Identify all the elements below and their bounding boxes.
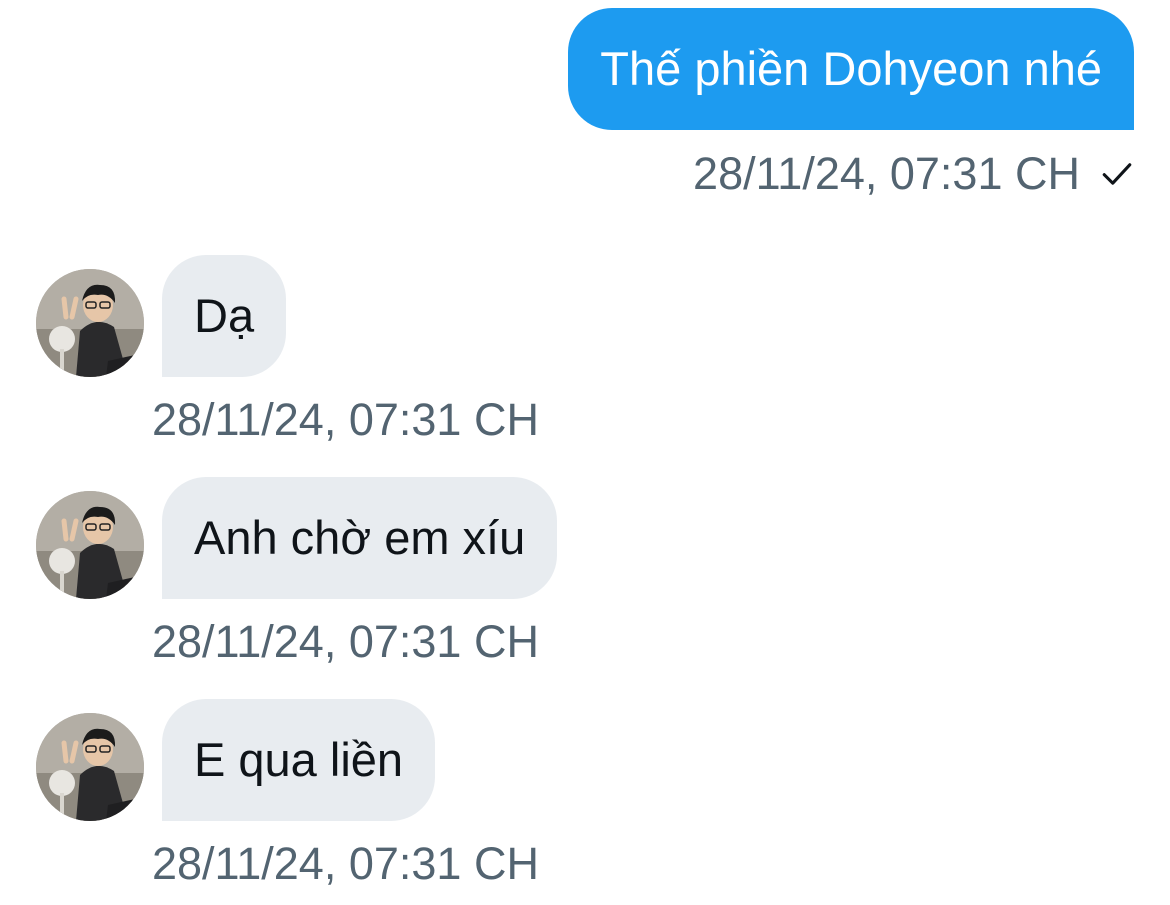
sent-message-bubble[interactable]: Thế phiền Dohyeon nhé bbox=[568, 8, 1134, 130]
avatar-photo bbox=[36, 269, 144, 377]
check-icon bbox=[1102, 163, 1132, 185]
avatar[interactable] bbox=[36, 491, 144, 599]
avatar-photo bbox=[36, 491, 144, 599]
sent-message-timestamp: 28/11/24, 07:31 CH bbox=[693, 148, 1080, 199]
sent-message-meta: 28/11/24, 07:31 CH bbox=[693, 143, 1134, 205]
received-message-timestamp: 28/11/24, 07:31 CH bbox=[152, 838, 539, 889]
received-message-bubble[interactable]: E qua liền bbox=[162, 699, 436, 821]
received-message-timestamp: 28/11/24, 07:31 CH bbox=[152, 616, 539, 667]
avatar-photo bbox=[36, 713, 144, 821]
avatar[interactable] bbox=[36, 269, 144, 377]
received-message-timestamp: 28/11/24, 07:31 CH bbox=[152, 394, 539, 445]
received-message-bubble[interactable]: Anh chờ em xíu bbox=[162, 477, 558, 599]
received-message-bubble[interactable]: Dạ bbox=[162, 255, 287, 377]
avatar[interactable] bbox=[36, 713, 144, 821]
